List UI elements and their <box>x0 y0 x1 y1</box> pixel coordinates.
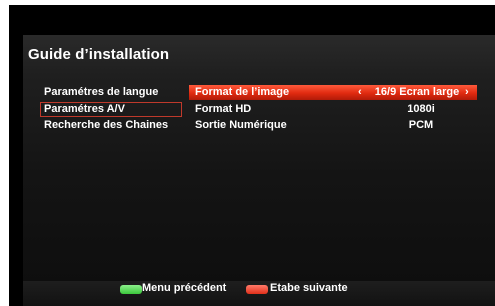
setting-label: Format HD <box>195 103 252 115</box>
previous-menu-label: Menu précédent <box>142 282 227 294</box>
green-key-icon <box>120 285 142 294</box>
menu-item-language[interactable]: Paramétres de langue <box>40 85 182 100</box>
setting-value: 16/9 Ecran large <box>374 86 460 98</box>
menu-item-av-settings[interactable]: Paramétres A/V <box>40 102 182 117</box>
menu-item-channel-search[interactable]: Recherche des Chaines <box>40 118 182 133</box>
red-key-icon <box>246 285 268 294</box>
arrow-right-icon[interactable]: › <box>465 85 469 100</box>
installation-guide-panel <box>23 35 495 306</box>
arrow-left-icon[interactable]: ‹ <box>358 85 362 100</box>
setting-row-digital-output[interactable]: Sortie Numérique PCM <box>189 118 477 133</box>
setting-value: PCM <box>408 119 434 131</box>
setting-label: Format de l’image <box>195 86 290 98</box>
setting-value: 1080i <box>407 103 435 115</box>
next-step-label: Etabe suivante <box>270 282 348 294</box>
setting-row-image-format[interactable]: Format de l’image ‹ 16/9 Ecran large › <box>189 85 477 100</box>
setting-label: Sortie Numérique <box>195 119 287 131</box>
page-title: Guide d’installation <box>28 46 170 63</box>
setting-row-hd-format[interactable]: Format HD 1080i <box>189 102 477 117</box>
